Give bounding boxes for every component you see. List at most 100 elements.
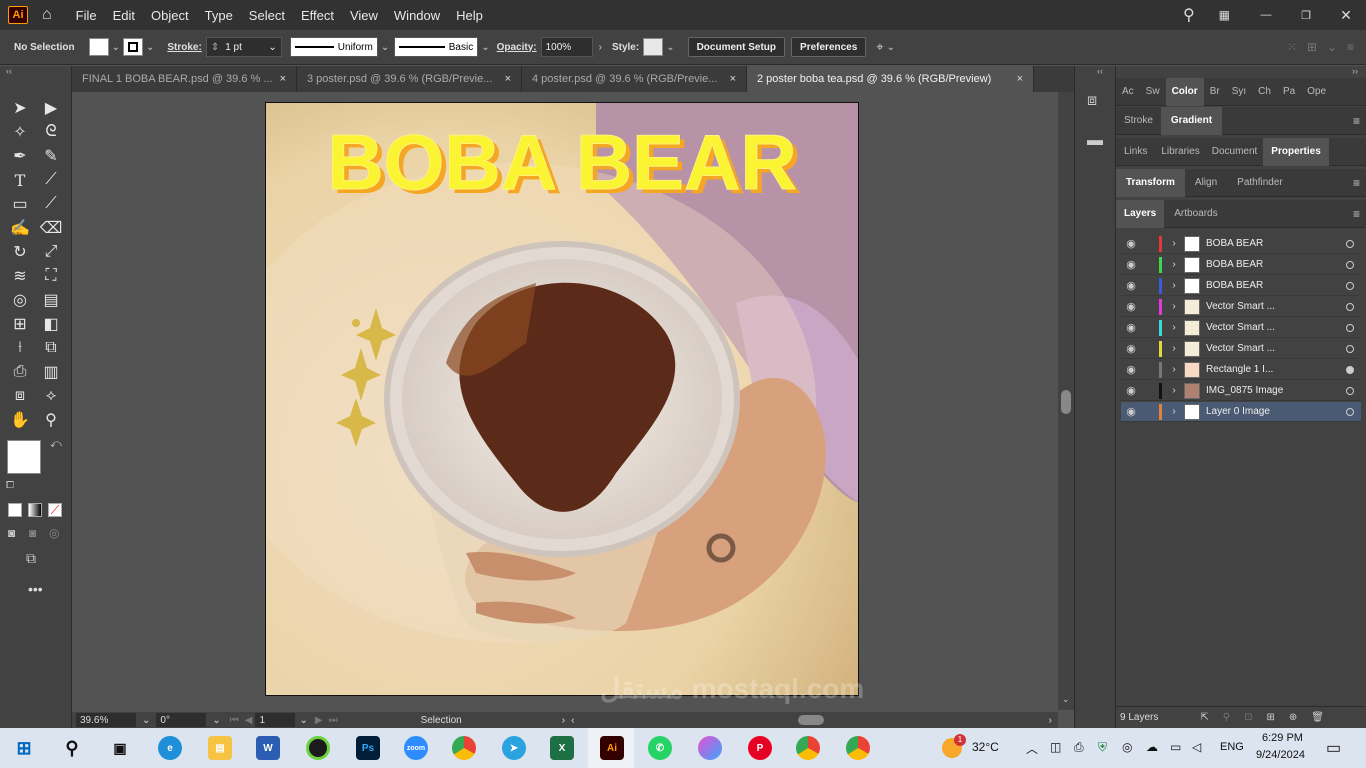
eye-icon[interactable]: ◉ bbox=[1121, 279, 1141, 292]
eraser-tool-icon[interactable]: ⌫ bbox=[40, 217, 63, 239]
panel-menu-icon[interactable]: ≡ bbox=[1353, 207, 1360, 221]
chevron-down-icon[interactable]: ⌄ bbox=[212, 715, 220, 726]
chevron-right-icon[interactable]: › bbox=[562, 715, 565, 726]
eyedropper-tool-icon[interactable]: ⟊ bbox=[9, 337, 31, 359]
artboard-tool-icon[interactable]: ⧈ bbox=[9, 385, 31, 407]
workspace-icon[interactable]: ▦ bbox=[1219, 8, 1230, 22]
line-tool-icon[interactable]: ⟋ bbox=[40, 169, 62, 191]
rotation-field[interactable]: 0° bbox=[156, 713, 207, 727]
paint-icon[interactable] bbox=[698, 736, 722, 760]
transform-icon[interactable]: ⊞ bbox=[1307, 40, 1317, 54]
tab-3-poster[interactable]: 3 poster.psd @ 39.6 % (RGB/Previe... × bbox=[297, 66, 522, 92]
chevron-right-icon[interactable]: › bbox=[599, 42, 602, 53]
layer-name[interactable]: Layer 0 Image bbox=[1206, 406, 1310, 417]
close-icon[interactable]: × bbox=[1017, 73, 1023, 85]
warp-tool-icon[interactable]: ≋ bbox=[9, 265, 31, 287]
eye-icon[interactable]: ◉ bbox=[1121, 363, 1141, 376]
column-graph-tool-icon[interactable]: ▥ bbox=[40, 361, 62, 383]
first-artboard-icon[interactable]: ⏮ bbox=[230, 715, 239, 726]
slice-tool-icon[interactable]: ⟡ bbox=[40, 385, 62, 407]
notifications-icon[interactable]: ▭ bbox=[1326, 738, 1341, 758]
whatsapp-icon[interactable]: ✆ bbox=[648, 736, 672, 760]
fill-color-box[interactable] bbox=[7, 440, 41, 474]
tab-pathfinder[interactable]: Pathfinder bbox=[1227, 169, 1293, 197]
chevron-right-icon[interactable]: › bbox=[1168, 364, 1180, 375]
artboard[interactable]: BOBA BEAR BOBA BEAR bbox=[265, 102, 859, 696]
chevron-right-icon[interactable]: › bbox=[1168, 385, 1180, 396]
comments-icon[interactable]: ▬ bbox=[1087, 132, 1103, 150]
prev-artboard-icon[interactable]: ◀ bbox=[245, 715, 253, 726]
blend-tool-icon[interactable]: ⧉ bbox=[40, 337, 62, 359]
layer-name[interactable]: BOBA BEAR bbox=[1206, 259, 1310, 270]
close-window-icon[interactable]: ✕ bbox=[1326, 7, 1366, 24]
printer-icon[interactable]: ⎙ bbox=[1074, 740, 1084, 755]
app-icon[interactable] bbox=[306, 736, 330, 760]
eye-icon[interactable]: ◉ bbox=[1121, 300, 1141, 313]
last-artboard-icon[interactable]: ⏭ bbox=[329, 715, 338, 726]
chevron-down-icon[interactable]: ⌄ bbox=[887, 42, 895, 53]
menu-help[interactable]: Help bbox=[448, 8, 491, 23]
close-icon[interactable]: × bbox=[280, 73, 286, 85]
layer-name[interactable]: BOBA BEAR bbox=[1206, 280, 1310, 291]
layer-row[interactable]: ◉ › BOBA BEAR bbox=[1121, 255, 1361, 275]
draw-behind-icon[interactable]: ◙ bbox=[29, 526, 36, 540]
draw-inside-icon[interactable]: ◎ bbox=[49, 526, 59, 540]
menu-effect[interactable]: Effect bbox=[293, 8, 342, 23]
chevron-down-icon[interactable]: ⌄ bbox=[1062, 694, 1070, 705]
clipping-mask-icon[interactable]: ⊡ bbox=[1244, 712, 1252, 723]
panel-menu-icon[interactable]: ≡ bbox=[1353, 114, 1360, 128]
tab-links[interactable]: Links bbox=[1116, 138, 1155, 166]
more-tools-icon[interactable]: ••• bbox=[28, 581, 43, 597]
swap-icon[interactable]: ⤺ bbox=[50, 438, 62, 451]
zoom-icon[interactable]: zoom bbox=[404, 736, 428, 760]
shape-builder-tool-icon[interactable]: ◎ bbox=[9, 289, 31, 311]
chevron-down-icon[interactable]: ⌄ bbox=[666, 42, 674, 53]
preferences-button[interactable]: Preferences bbox=[791, 37, 867, 57]
illustrator-icon[interactable]: Ai bbox=[600, 736, 624, 760]
tab-artboards[interactable]: Artboards bbox=[1164, 200, 1227, 228]
chrome-profile-icon[interactable] bbox=[796, 736, 820, 760]
globe-icon[interactable]: ◎ bbox=[1122, 740, 1132, 754]
magic-wand-tool-icon[interactable]: ✧ bbox=[9, 121, 31, 143]
artboard-number-field[interactable]: 1 bbox=[255, 713, 296, 727]
fill-swatch[interactable] bbox=[88, 38, 109, 56]
excel-icon[interactable]: X bbox=[550, 736, 574, 760]
search-icon[interactable]: ⚲ bbox=[1183, 5, 1195, 25]
tab-2-poster-boba-tea[interactable]: 2 poster boba tea.psd @ 39.6 % (RGB/Prev… bbox=[747, 66, 1034, 92]
chevron-down-icon[interactable]: ⌄ bbox=[112, 42, 120, 53]
stroke-weight-field[interactable]: ⇕ 1 pt ⌄ bbox=[205, 37, 282, 57]
eye-icon[interactable]: ◉ bbox=[1121, 405, 1141, 418]
arrange-icon[interactable]: ⌖ bbox=[876, 39, 883, 55]
panel-menu-icon[interactable]: ≡ bbox=[1347, 40, 1354, 54]
tab-stroke[interactable]: Stroke bbox=[1116, 107, 1161, 135]
tray-chevron-up-icon[interactable]: ︿ bbox=[1026, 740, 1038, 757]
export-icon[interactable]: ⇱ bbox=[1200, 712, 1208, 723]
expand-icon[interactable]: ›› bbox=[1352, 66, 1358, 76]
chevron-right-icon[interactable]: › bbox=[1168, 259, 1180, 270]
photoshop-icon[interactable]: Ps bbox=[356, 736, 380, 760]
menu-select[interactable]: Select bbox=[241, 8, 293, 23]
tab-swatches[interactable]: Sw bbox=[1140, 78, 1166, 106]
layer-row[interactable]: ◉ › Rectangle 1 I... bbox=[1121, 360, 1361, 380]
tab-symbols[interactable]: Syı bbox=[1226, 78, 1252, 106]
hand-tool-icon[interactable]: ✋ bbox=[9, 409, 31, 431]
layer-row[interactable]: ◉ › Vector Smart ... bbox=[1121, 318, 1361, 338]
lasso-tool-icon[interactable]: ᘓ bbox=[40, 121, 62, 143]
chrome-icon[interactable] bbox=[452, 736, 476, 760]
rotate-tool-icon[interactable]: ↻ bbox=[9, 241, 31, 263]
new-layer-icon[interactable]: ⊕ bbox=[1289, 712, 1297, 723]
gradient-mode-icon[interactable] bbox=[28, 503, 42, 517]
chevron-right-icon[interactable]: › bbox=[1168, 343, 1180, 354]
layer-name[interactable]: BOBA BEAR bbox=[1206, 238, 1310, 249]
word-icon[interactable]: W bbox=[256, 736, 280, 760]
layer-name[interactable]: Rectangle 1 I... bbox=[1206, 364, 1310, 375]
volume-icon[interactable]: ◁ bbox=[1192, 740, 1201, 754]
layer-row[interactable]: ◉ › BOBA BEAR bbox=[1121, 234, 1361, 254]
menu-object[interactable]: Object bbox=[143, 8, 197, 23]
variable-width-profile[interactable]: Uniform bbox=[289, 37, 378, 57]
close-icon[interactable]: × bbox=[505, 73, 511, 85]
chevron-down-icon[interactable]: ⌄ bbox=[299, 715, 307, 726]
locate-object-icon[interactable]: ⚲ bbox=[1223, 712, 1230, 723]
layer-name[interactable]: Vector Smart ... bbox=[1206, 343, 1310, 354]
target-icon[interactable] bbox=[1346, 239, 1354, 248]
